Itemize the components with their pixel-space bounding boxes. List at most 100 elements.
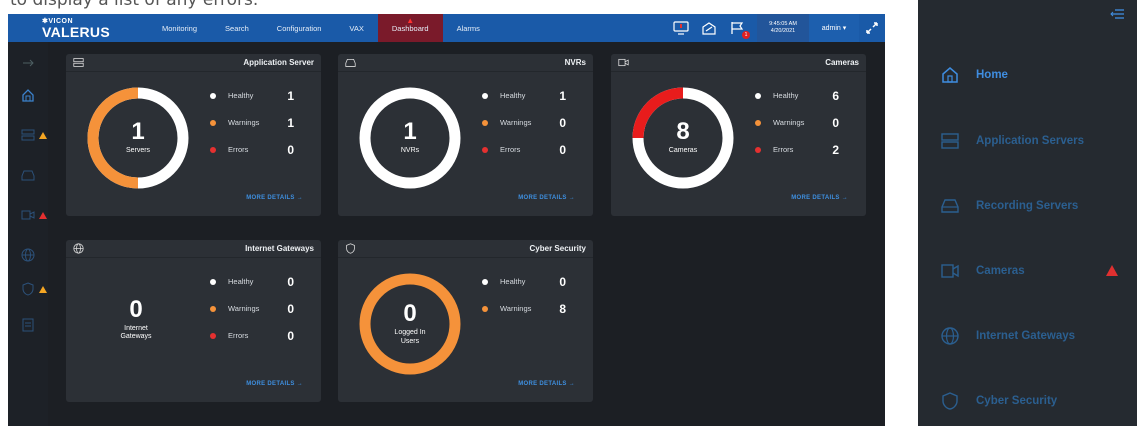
stat-value: 0: [287, 142, 294, 157]
left-sidebar: [8, 42, 48, 426]
stat-healthy: Healthy 1: [210, 82, 310, 109]
stat-label: Healthy: [773, 91, 799, 100]
nav-vax[interactable]: VAX: [335, 14, 377, 42]
panel-item-internet-gateways[interactable]: Internet Gateways: [940, 321, 1130, 351]
camera-icon: [618, 58, 629, 67]
card-title: Internet Gateways: [245, 244, 314, 253]
card-header: Internet Gateways: [66, 240, 321, 258]
card-header: Cameras: [611, 54, 866, 72]
error-dot: [210, 146, 216, 153]
monitor-alert-icon[interactable]: [672, 19, 690, 37]
stat-value: 0: [287, 328, 294, 343]
camera-count-label: Cameras: [668, 147, 698, 155]
nvr-count: 1: [403, 118, 417, 146]
main-nav: Monitoring Search Configuration VAX Dash…: [148, 14, 494, 42]
status-list: Healthy 1 Warnings 1 Errors 0: [210, 82, 310, 163]
panel-item-home[interactable]: Home: [940, 60, 1130, 90]
nvr-count-label: NVRs: [400, 147, 420, 155]
warning-dot: [210, 305, 216, 312]
nav-alarms[interactable]: Alarms: [443, 14, 494, 42]
stat-value: 1: [559, 88, 566, 103]
panel-item-label: Cameras: [976, 265, 1025, 277]
globe-icon[interactable]: [21, 248, 35, 262]
stat-label: Errors: [773, 145, 794, 154]
stat-label: Errors: [228, 331, 249, 340]
shield-icon[interactable]: [21, 282, 35, 296]
brand-main: VALERUS: [42, 23, 110, 40]
hdd-icon: [940, 196, 960, 216]
card-title: Application Server: [243, 58, 314, 67]
clock-time: 9:45:05 AM: [769, 21, 797, 28]
status-ring: 1 Servers: [84, 84, 192, 192]
export-icon[interactable]: [700, 19, 718, 37]
warning-dot: [482, 119, 488, 126]
server-icon: [940, 131, 960, 151]
error-dot: [482, 146, 488, 153]
home-icon: [940, 65, 960, 85]
more-details-link[interactable]: MORE DETAILS →: [518, 381, 575, 387]
clock-display: 9:45:05 AM 4/20/2021: [757, 14, 809, 42]
status-ring: 8 Cameras: [629, 84, 737, 192]
stat-label: Warnings: [228, 118, 260, 127]
fullscreen-icon[interactable]: [859, 14, 885, 42]
warning-dot: [210, 119, 216, 126]
nav-monitoring[interactable]: Monitoring: [148, 14, 211, 42]
stat-label: Healthy: [500, 91, 526, 100]
more-details-link[interactable]: MORE DETAILS →: [246, 195, 303, 201]
status-list: Healthy 6 Warnings 0 Errors 2: [755, 82, 855, 163]
panel-item-label: Recording Servers: [976, 200, 1079, 212]
shield-icon: [346, 243, 355, 254]
nav-search[interactable]: Search: [211, 14, 263, 42]
card-cameras: Cameras 8 Cameras Healthy 6 Warnings 0 Err…: [611, 54, 866, 216]
panel-item-cyber-security[interactable]: Cyber Security: [940, 386, 1130, 416]
stat-label: Warnings: [500, 304, 532, 313]
server-count: 1: [131, 118, 145, 146]
healthy-dot: [482, 92, 488, 99]
stat-label: Healthy: [500, 277, 526, 286]
flag-icon[interactable]: 1: [728, 19, 750, 39]
collapse-icon[interactable]: [21, 56, 35, 70]
user-count: 0: [403, 300, 417, 328]
stat-value: 1: [287, 88, 294, 103]
status-list: Healthy 0 Warnings 0 Errors 0: [210, 268, 310, 349]
hdd-icon[interactable]: [21, 168, 35, 182]
camera-icon[interactable]: [21, 208, 35, 222]
collapse-panel-icon[interactable]: [1109, 8, 1125, 20]
gateway-count-block: 0 Internet Gateways: [86, 298, 186, 341]
user-menu[interactable]: admin ▾: [809, 14, 859, 42]
shield-warning-icon: [39, 286, 47, 293]
stat-healthy: Healthy 0: [210, 268, 310, 295]
error-dot: [755, 146, 761, 153]
stat-label: Errors: [228, 145, 249, 154]
healthy-dot: [210, 278, 216, 285]
globe-icon: [940, 326, 960, 346]
stat-errors: Errors 0: [210, 322, 310, 349]
stat-value: 0: [559, 142, 566, 157]
server-icon[interactable]: [21, 128, 35, 142]
shield-icon: [940, 391, 960, 411]
report-icon[interactable]: [21, 318, 35, 332]
panel-item-label: Home: [976, 69, 1008, 81]
nav-configuration[interactable]: Configuration: [263, 14, 336, 42]
panel-item-application-servers[interactable]: Application Servers: [940, 126, 1130, 156]
more-details-link[interactable]: MORE DETAILS →: [791, 195, 848, 201]
warning-icon: [1106, 265, 1118, 276]
stat-value: 1: [287, 115, 294, 130]
status-ring: 0 Logged In Users: [356, 270, 464, 378]
stat-label: Warnings: [773, 118, 805, 127]
more-details-link[interactable]: MORE DETAILS →: [246, 381, 303, 387]
stat-value: 0: [559, 274, 566, 289]
stat-label: Healthy: [228, 91, 254, 100]
card-title: Cameras: [825, 58, 859, 67]
screenshot-root: to display a list of any errors. ✱VICON …: [0, 0, 1137, 426]
panel-item-cameras[interactable]: Cameras: [940, 256, 1130, 286]
brand-logo[interactable]: ✱VICON VALERUS: [8, 18, 118, 39]
stat-healthy: Healthy 0: [482, 268, 582, 295]
nav-dashboard[interactable]: Dashboard: [377, 14, 443, 42]
more-details-link[interactable]: MORE DETAILS →: [518, 195, 575, 201]
panel-item-recording-servers[interactable]: Recording Servers: [940, 191, 1130, 221]
gateway-count-label: Internet Gateways: [120, 325, 152, 341]
warning-dot: [482, 305, 488, 312]
status-list: Healthy 0 Warnings 8: [482, 268, 582, 322]
home-icon[interactable]: [21, 88, 35, 102]
